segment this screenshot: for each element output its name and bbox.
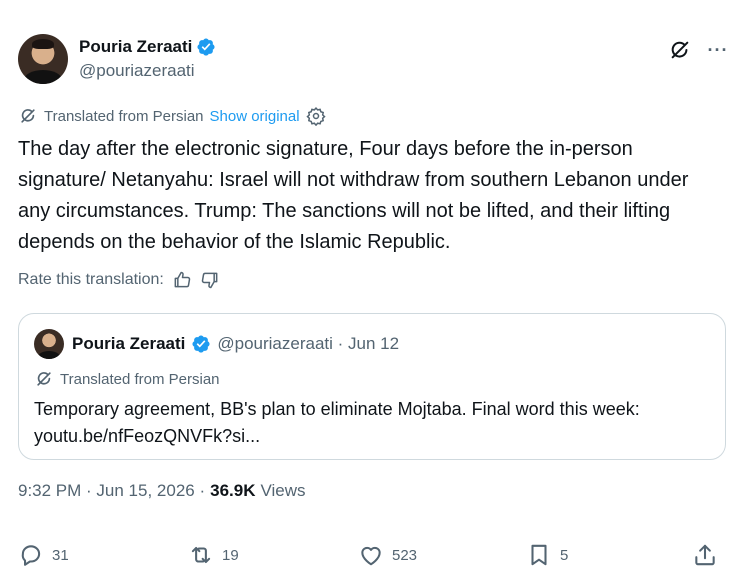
share-icon <box>695 544 715 566</box>
repost-icon <box>191 546 211 564</box>
action-bar: 31 19 523 5 <box>18 538 718 574</box>
reply-count: 31 <box>52 546 69 564</box>
author-handle[interactable]: @pouriazeraati <box>79 61 216 81</box>
thumbs-up-icon[interactable] <box>172 270 192 290</box>
author-block: Pouria Zeraati @pouriazeraati <box>79 37 216 81</box>
avatar[interactable] <box>18 34 68 84</box>
verified-badge-icon <box>197 38 215 56</box>
author-display-name[interactable]: Pouria Zeraati <box>79 37 192 57</box>
quoted-display-name[interactable]: Pouria Zeraati <box>72 334 185 354</box>
repost-button[interactable]: 19 <box>188 542 239 568</box>
quoted-tweet[interactable]: Pouria Zeraati @pouriazeraati · Jun 12 T… <box>18 313 726 460</box>
more-icon[interactable]: ··· <box>706 38 730 62</box>
tweet-text: The day after the electronic signature, … <box>18 138 689 253</box>
quoted-tweet-text: Temporary agreement, BB's plan to elimin… <box>34 399 640 446</box>
bookmark-icon <box>531 544 547 566</box>
quoted-translation-label: Translated from Persian <box>60 370 220 388</box>
verified-badge-icon <box>192 335 210 353</box>
avatar-hair <box>32 39 54 49</box>
heart-icon <box>361 546 381 566</box>
avatar-shirt <box>24 70 62 84</box>
tweet-meta: 9:32 PM · Jun 15, 2026 · 36.9K Views <box>18 481 306 501</box>
quoted-translation-notice: Translated from Persian <box>34 369 220 389</box>
show-original-link[interactable]: Show original <box>210 108 300 125</box>
bookmark-count: 5 <box>560 546 569 564</box>
thumbs-down-icon[interactable] <box>200 270 220 290</box>
bookmark-button[interactable]: 5 <box>526 542 568 568</box>
timestamp[interactable]: 9:32 PM · Jun 15, 2026 · <box>18 481 205 501</box>
reply-icon <box>21 545 41 566</box>
translate-icon <box>21 109 35 123</box>
like-button[interactable]: 523 <box>358 542 417 568</box>
settings-gear-icon[interactable] <box>305 106 326 126</box>
translate-icon <box>37 372 51 386</box>
tweet-header: Pouria Zeraati @pouriazeraati ··· <box>18 34 730 86</box>
repost-count: 19 <box>222 546 239 564</box>
author-name-row: Pouria Zeraati <box>79 37 216 57</box>
grok-icon[interactable] <box>668 38 692 62</box>
quoted-tweet-header: Pouria Zeraati @pouriazeraati · Jun 12 <box>34 329 399 359</box>
reply-button[interactable]: 31 <box>18 542 69 568</box>
share-button[interactable] <box>692 542 718 568</box>
like-count: 523 <box>392 546 418 564</box>
translation-label: Translated from Persian <box>44 107 204 125</box>
quoted-avatar[interactable] <box>34 329 64 359</box>
header-actions: ··· <box>668 38 730 62</box>
quoted-avatar-shirt <box>38 351 60 359</box>
quoted-handle-date: @pouriazeraati · Jun 12 <box>217 334 400 353</box>
rate-translation: Rate this translation: <box>18 270 220 290</box>
views-label: Views <box>260 481 306 500</box>
translation-notice: Translated from Persian Show original <box>18 106 326 126</box>
views-count: 36.9K <box>210 481 256 500</box>
rate-translation-label: Rate this translation: <box>18 271 164 288</box>
